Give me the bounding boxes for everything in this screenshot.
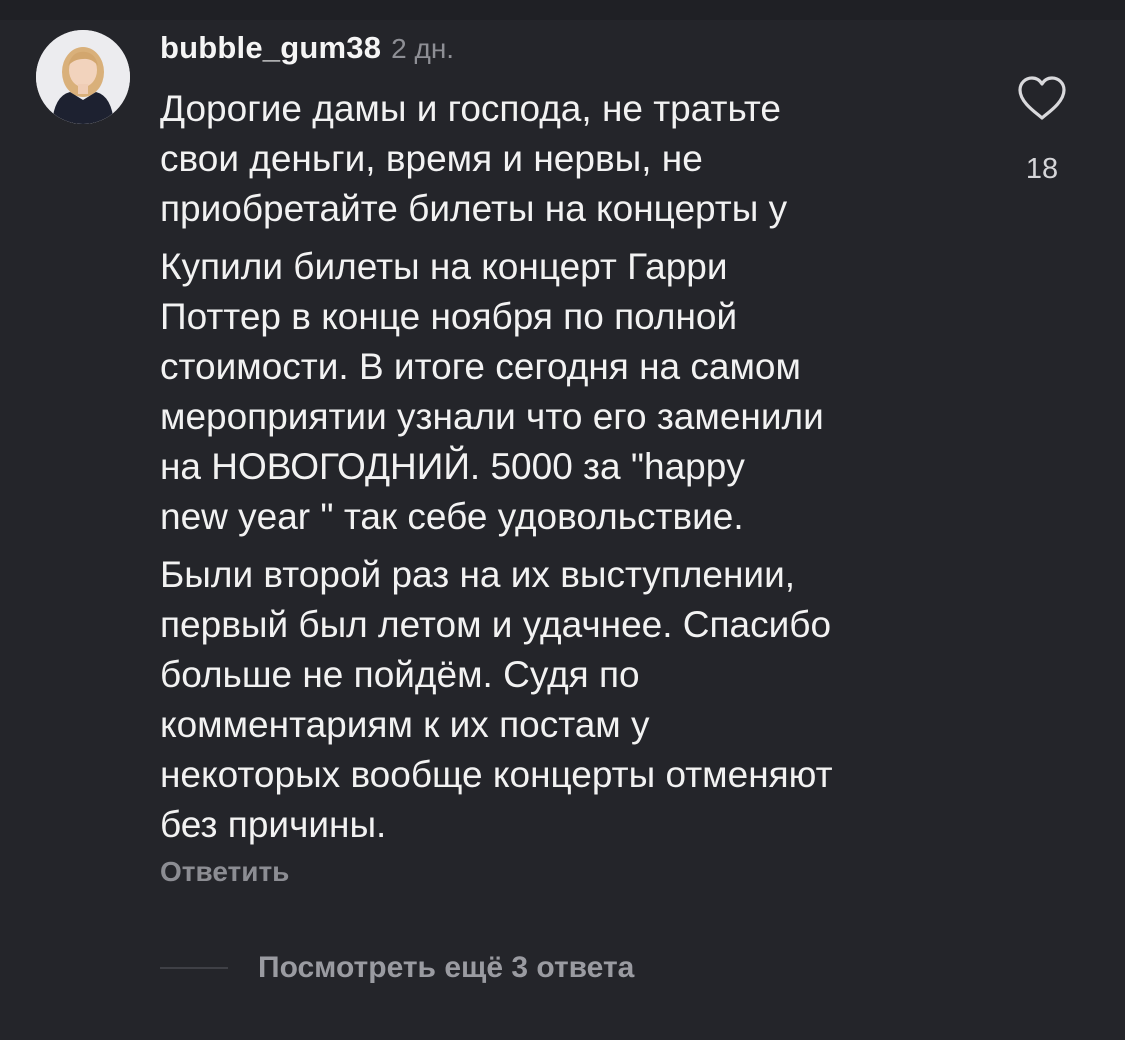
like-count: 18 — [1025, 153, 1059, 185]
username[interactable]: bubble_gum38 — [160, 30, 381, 66]
comment-paragraph: Были второй раз на их выступлении, первы… — [160, 554, 833, 845]
comment: bubble_gum38 2 дн. Дорогие дамы и господ… — [0, 0, 1125, 1040]
heart-outline-icon[interactable] — [1016, 75, 1068, 121]
reply-button[interactable]: Ответить — [160, 856, 289, 888]
view-more-replies-button[interactable]: Посмотреть ещё 3 ответа — [160, 946, 634, 990]
comment-paragraph: Купили билеты на концерт Гарри Поттер в … — [160, 246, 824, 537]
comment-header: bubble_gum38 2 дн. — [160, 30, 454, 70]
timestamp: 2 дн. — [391, 33, 455, 64]
avatar[interactable] — [36, 30, 130, 124]
like-control: 18 — [1012, 75, 1072, 186]
comment-text: Дорогие дамы и господа, не тратьте свои … — [160, 84, 980, 850]
view-more-replies-label: Посмотреть ещё 3 ответа — [258, 951, 635, 984]
avatar-image — [36, 30, 130, 124]
comment-paragraph: Дорогие дамы и господа, не тратьте свои … — [160, 88, 788, 229]
divider-line — [160, 967, 228, 969]
